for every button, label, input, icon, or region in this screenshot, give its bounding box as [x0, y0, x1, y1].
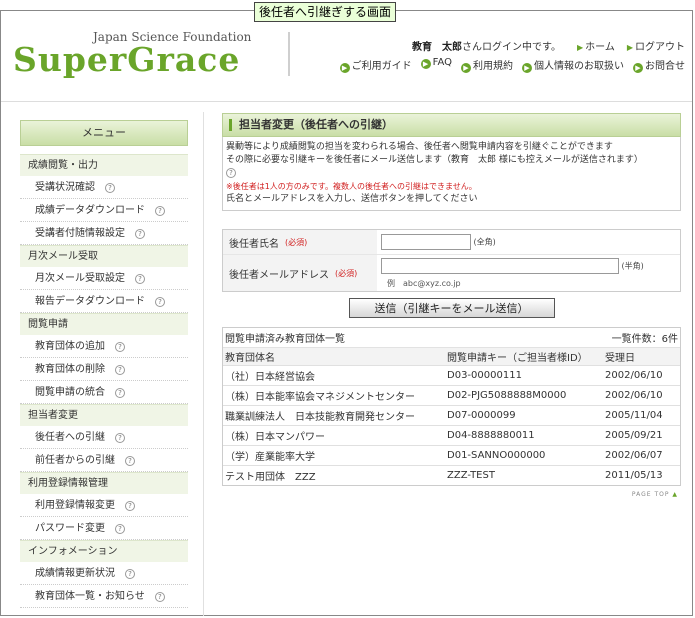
desc-line-3: 氏名とメールアドレスを入力し、送信ボタンを押してください — [226, 194, 478, 204]
sidebar-item-progress[interactable]: 受講状況確認? — [20, 176, 188, 199]
page-title: 担当者変更（後任者への引継） — [222, 113, 681, 137]
table-row: 職業訓練法人 日本技能教育開発センター D07-0000099 2005/11/04 — [223, 405, 680, 426]
sidebar-item-handover-from-predecessor[interactable]: 前任者からの引継? — [20, 449, 188, 472]
screen-caption: 後任者へ引継ぎする画面 — [254, 2, 397, 22]
help-icon[interactable]: ? — [125, 569, 135, 579]
header-nav: ▶ ご利用ガイド ▶ FAQ ▶ 利用規約 ▶ 個人情報のお取扱い ▶ お問合せ — [339, 57, 685, 73]
sidebar: メニュー 成績閲覧・出力 受講状況確認? 成績データダウンロード? 受講者付随情… — [20, 120, 188, 608]
desc-line-1: 異動等により成績閲覧の担当を変わられる場合、後任者へ閲覧申請内容を引継ぐことがで… — [226, 142, 613, 152]
email-example: 例 abc@xyz.co.jp — [387, 278, 461, 288]
org-list-title: 閲覧申請済み教育団体一覧 — [225, 334, 345, 345]
sidebar-divider — [203, 112, 204, 616]
table-row: テスト用団体 ZZZ ZZZ-TEST 2011/05/13 — [223, 465, 680, 485]
sidebar-item-monthly-mail-settings[interactable]: 月次メール受取設定? — [20, 267, 188, 290]
sidebar-item-remove-org[interactable]: 教育団体の削除? — [20, 358, 188, 381]
login-suffix: さんログイン中です。 — [462, 42, 561, 53]
top-links: ▶ ホーム ▶ ログアウト — [577, 38, 685, 53]
successor-name-input[interactable] — [381, 234, 471, 250]
sidebar-item-update-status[interactable]: 成績情報更新状況? — [20, 562, 188, 585]
header-divider — [288, 32, 290, 76]
sidebar-item-merge-requests[interactable]: 閲覧申請の統合? — [20, 381, 188, 404]
nav-faq[interactable]: ▶ FAQ — [420, 57, 452, 73]
desc-line-2: その際に必要な引継キーを後任者にメール送信します（教育 太郎 様にも控えメールが… — [226, 155, 643, 165]
email-label: 後任者メールアドレス (必須) — [223, 255, 377, 291]
col-request-key: 閲覧申請キー（ご担当者様ID） — [445, 348, 603, 366]
send-handover-key-button[interactable]: 送信（引継キーをメール送信） — [348, 298, 555, 318]
help-icon[interactable]: ? — [115, 365, 125, 375]
nav-contact[interactable]: ▶ お問合せ — [633, 57, 685, 73]
arrow-circle-icon: ▶ — [461, 63, 471, 73]
name-row: 後任者氏名 (必須) (全角) — [223, 230, 680, 255]
main-content: 担当者変更（後任者への引継） 異動等により成績閲覧の担当を変わられる場合、後任者… — [222, 113, 681, 498]
user-name: 教育 太郎 — [412, 42, 462, 53]
help-icon[interactable]: ? — [155, 297, 165, 307]
sidebar-item-change-password[interactable]: パスワード変更? — [20, 517, 188, 540]
sidebar-item-grade-download[interactable]: 成績データダウンロード? — [20, 199, 188, 222]
name-label: 後任者氏名 (必須) — [223, 230, 377, 254]
successor-email-input[interactable] — [381, 257, 619, 274]
email-hint: (半角) — [621, 261, 644, 270]
desc-warning: ※後任者は1人の方のみです。複数人の後任者への引継はできません。 — [226, 182, 477, 191]
help-icon[interactable]: ? — [115, 388, 125, 398]
table-row: （株）日本マンパワー D04-8888880011 2005/09/21 — [223, 425, 680, 446]
sidebar-section-handover: 担当者変更 — [20, 404, 188, 426]
help-icon[interactable]: ? — [135, 229, 145, 239]
help-icon[interactable]: ? — [105, 183, 115, 193]
help-icon[interactable]: ? — [115, 433, 125, 443]
org-table: 教育団体名 閲覧申請キー（ご担当者様ID） 受理日 （社）日本経営協会 D03-0… — [223, 348, 680, 485]
sidebar-item-edit-registration[interactable]: 利用登録情報変更? — [20, 494, 188, 517]
table-row: （社）日本経営協会 D03-00000111 2002/06/10 — [223, 365, 680, 386]
help-icon[interactable]: ? — [115, 524, 125, 534]
arrow-circle-icon: ▶ — [633, 63, 643, 73]
sidebar-item-report-download[interactable]: 報告データダウンロード? — [20, 290, 188, 313]
required-mark: (必須) — [335, 268, 358, 278]
page-top-link[interactable]: PAGE TOP ▲ — [222, 491, 678, 498]
sidebar-section-access-request: 閲覧申請 — [20, 313, 188, 335]
nav-privacy[interactable]: ▶ 個人情報のお取扱い — [522, 57, 624, 73]
sidebar-section-registration: 利用登録情報管理 — [20, 472, 188, 494]
table-row: （学）産業能率大学 D01-SANNO000000 2002/06/07 — [223, 445, 680, 466]
org-list-count: 一覧件数：6件 — [611, 334, 678, 345]
table-row: （株）日本能率協会マネジメントセンター D02-PJG5088888M0000 20… — [223, 385, 680, 406]
triangle-right-icon: ▶ — [576, 43, 584, 52]
triangle-right-icon: ▶ — [626, 43, 633, 52]
sidebar-item-attendee-info[interactable]: 受講者付随情報設定? — [20, 222, 188, 245]
sidebar-section-monthly-mail: 月次メール受取 — [20, 245, 188, 267]
brand-logo[interactable]: SuperGrace — [13, 40, 240, 79]
sidebar-section-information: インフォメーション — [20, 540, 188, 562]
help-icon[interactable]: ? — [135, 274, 145, 284]
nav-guide[interactable]: ▶ ご利用ガイド — [339, 57, 412, 73]
arrow-circle-icon: ▶ — [339, 63, 350, 73]
email-row: 後任者メールアドレス (必須) (半角) 例 abc@xyz.co.jp — [223, 255, 680, 291]
help-icon[interactable]: ? — [125, 501, 135, 511]
sidebar-item-handover-to-successor[interactable]: 後任者への引継? — [20, 426, 188, 449]
help-icon[interactable]: ? — [125, 456, 135, 466]
home-link[interactable]: ▶ ホーム — [577, 38, 615, 53]
sidebar-section-results: 成績閲覧・出力 — [20, 154, 188, 176]
description: 異動等により成績閲覧の担当を変わられる場合、後任者へ閲覧申請内容を引継ぐことがで… — [222, 137, 681, 211]
sidebar-item-add-org[interactable]: 教育団体の追加? — [20, 335, 188, 358]
help-icon[interactable]: ? — [154, 592, 165, 602]
help-icon[interactable]: ? — [226, 168, 236, 178]
menu-title: メニュー — [20, 120, 188, 146]
header-rule — [1, 101, 692, 102]
arrow-up-icon: ▲ — [672, 491, 678, 498]
table-header-row: 教育団体名 閲覧申請キー（ご担当者様ID） 受理日 — [223, 348, 680, 366]
successor-form: 後任者氏名 (必須) (全角) 後任者メールアドレス (必須) (半角) 例 abc… — [222, 229, 681, 292]
help-icon[interactable]: ? — [115, 342, 125, 352]
arrow-circle-icon: ▶ — [420, 59, 431, 69]
col-accept-date: 受理日 — [603, 348, 680, 366]
help-icon[interactable]: ? — [155, 206, 165, 216]
login-status: 教育 太郎さんログイン中です。 — [412, 38, 561, 53]
arrow-circle-icon: ▶ — [522, 63, 532, 73]
nav-terms[interactable]: ▶ 利用規約 — [461, 57, 513, 73]
sidebar-item-org-list-news[interactable]: 教育団体一覧・お知らせ? — [20, 585, 188, 608]
name-hint: (全角) — [473, 237, 496, 247]
col-org-name: 教育団体名 — [223, 348, 445, 366]
logout-link[interactable]: ▶ ログアウト — [627, 38, 685, 53]
required-mark: (必須) — [285, 237, 308, 247]
org-list: 閲覧申請済み教育団体一覧 一覧件数：6件 教育団体名 閲覧申請キー（ご担当者様I… — [222, 327, 681, 486]
